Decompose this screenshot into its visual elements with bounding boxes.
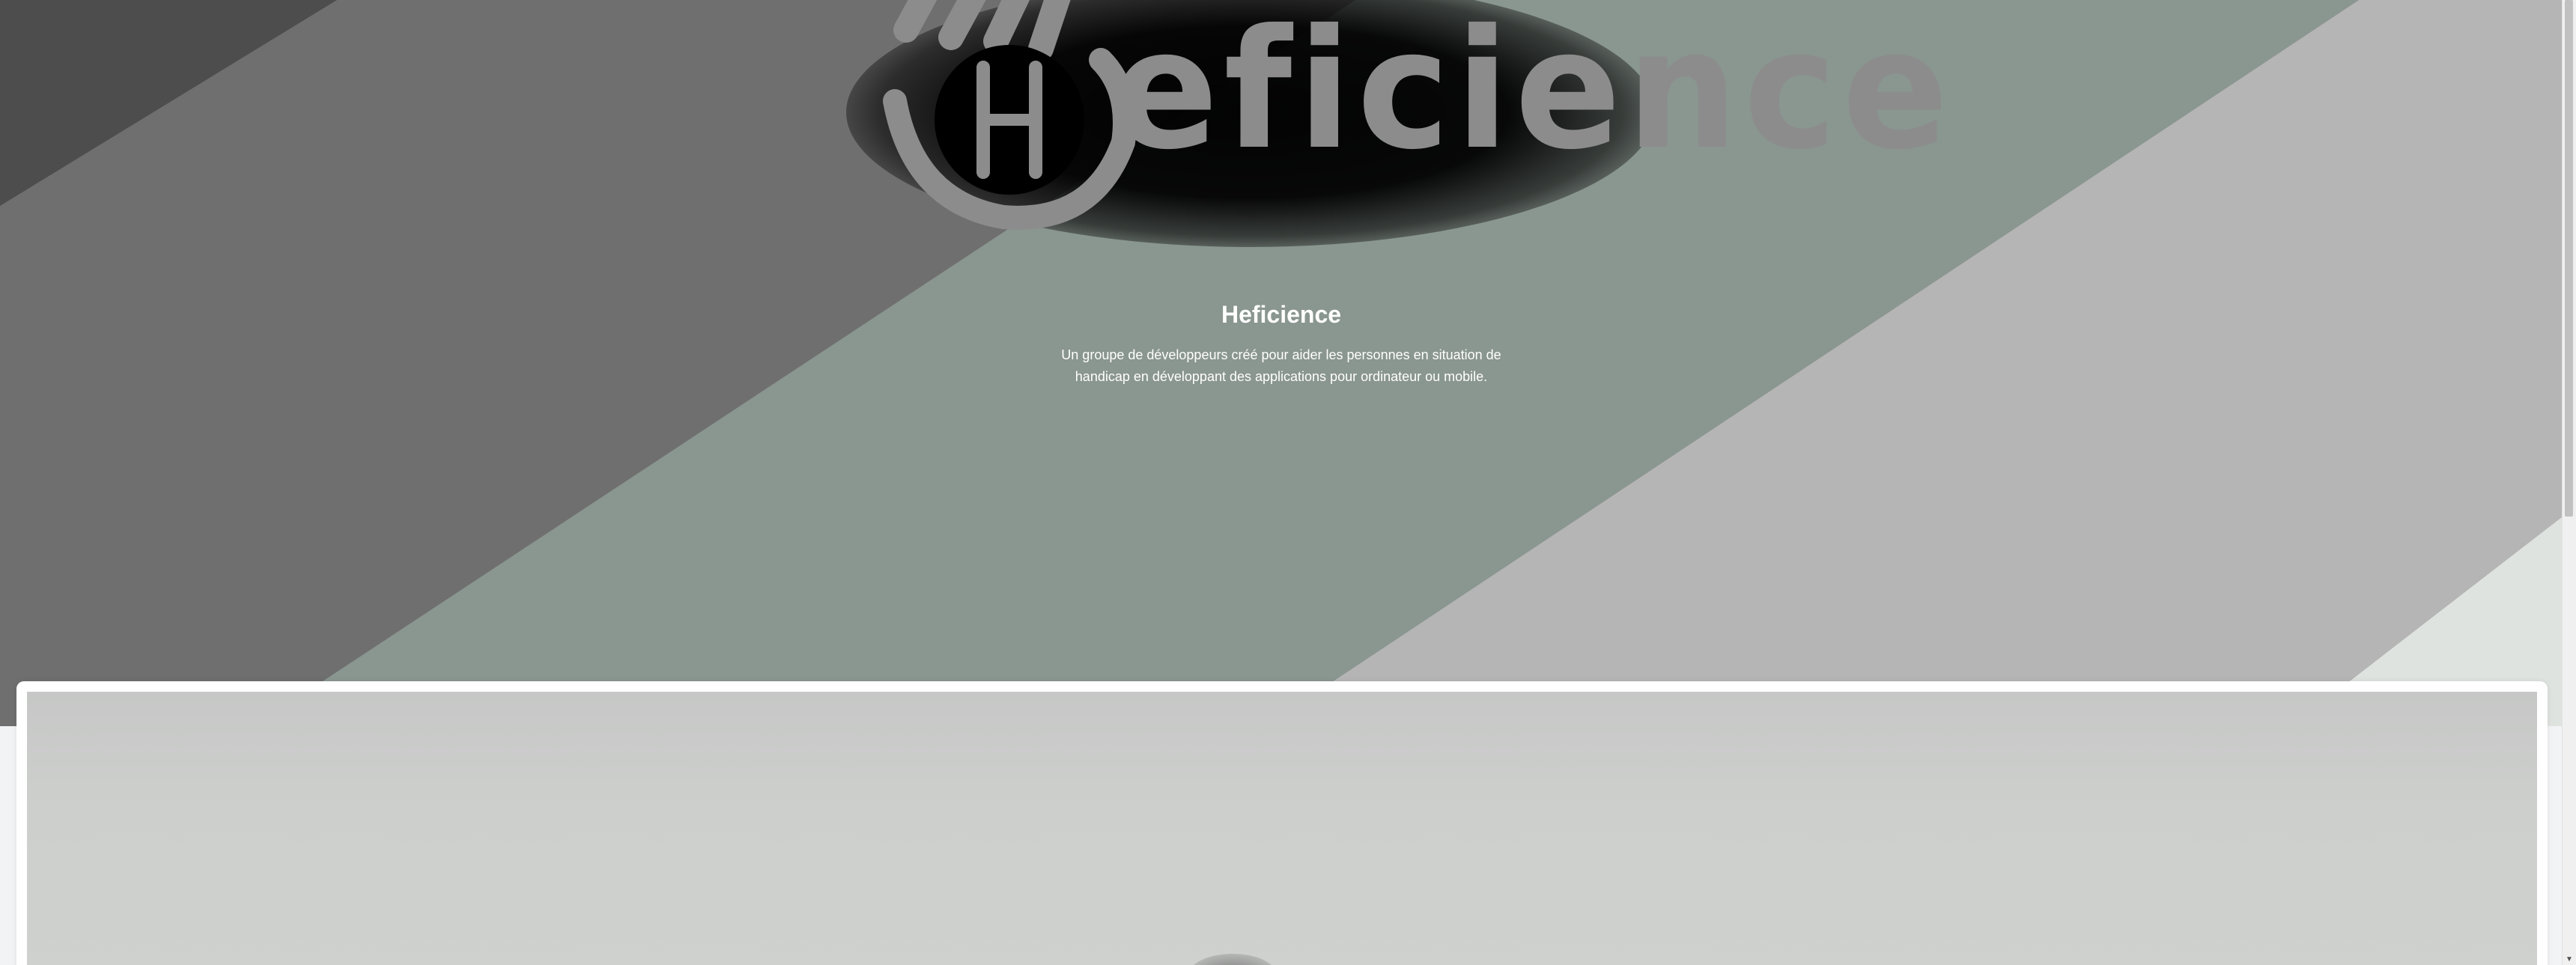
logo-wordmark: eficience xyxy=(1112,0,1954,186)
vertical-scrollbar[interactable]: ▼ xyxy=(2562,0,2576,965)
page: eficience Heficience Un groupe de dévelo… xyxy=(0,0,2576,965)
hero-section: eficience Heficience Un groupe de dévelo… xyxy=(0,0,2563,726)
logo[interactable]: eficience xyxy=(779,0,1948,284)
card-image xyxy=(27,692,2537,965)
hero-description: Un groupe de développeurs créé pour aide… xyxy=(1061,347,1501,384)
image-shadow xyxy=(1188,954,1278,965)
scrollbar-thumb[interactable] xyxy=(2565,0,2573,517)
content-card xyxy=(16,681,2548,965)
scroll-down-arrow-icon[interactable]: ▼ xyxy=(2566,956,2573,964)
hero-title: Heficience xyxy=(1221,301,1342,328)
